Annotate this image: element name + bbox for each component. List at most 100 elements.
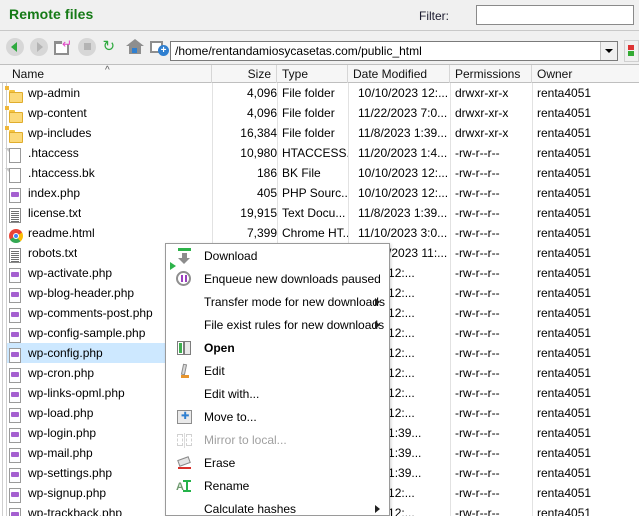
cell-permissions: -rw-r--r-- (455, 206, 500, 220)
home-icon (126, 38, 144, 55)
table-row[interactable]: license.txt 19,915 Text Docu... 11/8/2023 1… (0, 203, 639, 223)
column-header-row: Name ^ Size Type Date Modified Permissio… (0, 64, 639, 83)
table-row[interactable]: wp-includes 16,384 File folder 11/8/2023 1:… (0, 123, 639, 143)
refresh-button[interactable]: ↻ (100, 36, 122, 58)
menu-item-label: Download (204, 248, 258, 263)
cell-permissions: -rw-r--r-- (455, 366, 500, 380)
cell-name: wp-signup.php (28, 486, 107, 500)
home-button[interactable] (124, 36, 146, 58)
cell-size: 16,384 (240, 126, 277, 140)
cell-name: wp-includes (28, 126, 92, 140)
chrome-icon (9, 226, 23, 243)
submenu-arrow-icon (375, 297, 380, 306)
menu-item-download[interactable]: Download (166, 244, 389, 267)
cell-permissions: -rw-r--r-- (455, 506, 500, 516)
menu-item-rename[interactable]: A Rename (166, 474, 389, 497)
php-file-icon (9, 406, 23, 423)
path-bar[interactable]: /home/rentandamiosycasetas.com/public_ht… (170, 41, 618, 61)
column-header-permissions[interactable]: Permissions (450, 65, 532, 83)
forward-button[interactable] (28, 36, 50, 58)
cell-permissions: -rw-r--r-- (455, 146, 500, 160)
php-file-icon (9, 326, 23, 343)
php-file-icon (9, 286, 23, 303)
table-row[interactable]: .htaccess.bk 186 BK File 10/10/2023 12:... -… (0, 163, 639, 183)
download-icon (176, 247, 193, 265)
menu-item-edit[interactable]: Edit (166, 359, 389, 382)
page-icon (5, 166, 23, 183)
column-header-date-modified[interactable]: Date Modified (348, 65, 450, 83)
column-header-owner[interactable]: Owner (532, 65, 639, 83)
menu-item-label: Mirror to local... (204, 432, 287, 447)
open-parent-folder-button[interactable]: ↵ (52, 36, 74, 58)
cell-size: 10,980 (240, 146, 277, 160)
php-file-icon (9, 346, 23, 363)
new-folder-button[interactable]: + (148, 36, 170, 58)
cell-permissions: -rw-r--r-- (455, 386, 500, 400)
table-row[interactable]: index.php 405 PHP Sourc... 10/10/2023 12:..… (0, 183, 639, 203)
cell-permissions: -rw-r--r-- (455, 346, 500, 360)
path-dropdown-button[interactable] (600, 42, 617, 60)
menu-item-open[interactable]: Open (166, 336, 389, 359)
cell-owner: renta4051 (537, 266, 592, 280)
rename-icon: A (176, 478, 193, 495)
cell-size: 19,915 (240, 206, 277, 220)
context-menu[interactable]: Download Enqueue new downloads paused Tran… (165, 243, 390, 516)
table-row[interactable]: wp-content 4,096 File folder 11/22/2023 7:0… (0, 103, 639, 123)
menu-item-label: Transfer mode for new downloads (204, 294, 385, 309)
path-input[interactable]: /home/rentandamiosycasetas.com/public_ht… (171, 44, 600, 58)
table-row[interactable]: .htaccess 10,980 HTACCESS... 11/20/2023 1:4… (0, 143, 639, 163)
menu-item-label: Calculate hashes (204, 501, 297, 516)
folder-icon (5, 106, 23, 123)
cell-size: 7,399 (246, 226, 277, 240)
cell-owner: renta4051 (537, 346, 592, 360)
menu-item-enqueue-new-downloads-paused[interactable]: Enqueue new downloads paused (166, 261, 389, 290)
submenu-arrow-icon (375, 320, 380, 329)
back-button[interactable] (4, 36, 26, 58)
table-row[interactable]: wp-admin 4,096 File folder 10/10/2023 12:..… (0, 83, 639, 103)
column-header-size[interactable]: Size (212, 65, 277, 83)
cell-type: PHP Sourc... (282, 186, 348, 200)
menu-item-move-to[interactable]: ✚ Move to... (166, 405, 389, 428)
stop-button[interactable] (76, 36, 98, 58)
sort-asc-caret: ^ (105, 65, 110, 76)
menu-item-label: Edit with... (204, 386, 260, 401)
column-header-name[interactable]: Name ^ (7, 65, 212, 83)
cell-date-modified: 11/10/2023 3:0... (358, 226, 448, 240)
cell-size: 186 (256, 166, 277, 180)
table-row[interactable]: readme.html 7,399 Chrome HT... 11/10/2023 3… (0, 223, 639, 243)
column-header-type[interactable]: Type (277, 65, 348, 83)
panel-header: Remote files Filter: (0, 0, 639, 31)
cell-date-modified: 10/10/2023 12:... (358, 186, 449, 200)
cell-type: File folder (282, 126, 335, 140)
cell-name: robots.txt (28, 246, 78, 260)
cell-type: HTACCESS... (282, 146, 348, 160)
menu-item-file-exist-rules-for-new-downloads[interactable]: File exist rules for new downloads (166, 313, 389, 336)
menu-item-label: File exist rules for new downloads (204, 317, 385, 332)
cell-owner: renta4051 (537, 166, 592, 180)
cell-name: wp-login.php (28, 426, 97, 440)
open-folder-up-icon: ↵ (54, 38, 72, 55)
edit-pencil-icon (176, 363, 193, 380)
cell-owner: renta4051 (537, 426, 592, 440)
menu-item-edit-with[interactable]: Edit with... (166, 382, 389, 405)
menu-item-label: Edit (204, 363, 225, 378)
php-file-icon (9, 446, 23, 463)
menu-item-erase[interactable]: Erase (166, 451, 389, 474)
mirror-icon (176, 432, 193, 449)
filter-input[interactable] (476, 5, 634, 25)
transfer-queue-toggle[interactable] (624, 40, 639, 62)
cell-name: index.php (28, 186, 81, 200)
menu-item-calculate-hashes[interactable]: Calculate hashes (166, 497, 389, 516)
menu-item-label: Move to... (204, 409, 257, 424)
cell-owner: renta4051 (537, 286, 592, 300)
cell-permissions: -rw-r--r-- (455, 486, 500, 500)
cell-type: Chrome HT... (282, 226, 348, 240)
cell-name: .htaccess.bk (28, 166, 95, 180)
menu-item-transfer-mode-for-new-downloads[interactable]: Transfer mode for new downloads (166, 290, 389, 313)
php-file-icon (9, 306, 23, 323)
add-folder-icon: + (150, 39, 169, 56)
cell-owner: renta4051 (537, 446, 592, 460)
php-file-icon (9, 386, 23, 403)
cell-owner: renta4051 (537, 186, 592, 200)
menu-item-label: Enqueue new downloads paused (204, 271, 381, 286)
